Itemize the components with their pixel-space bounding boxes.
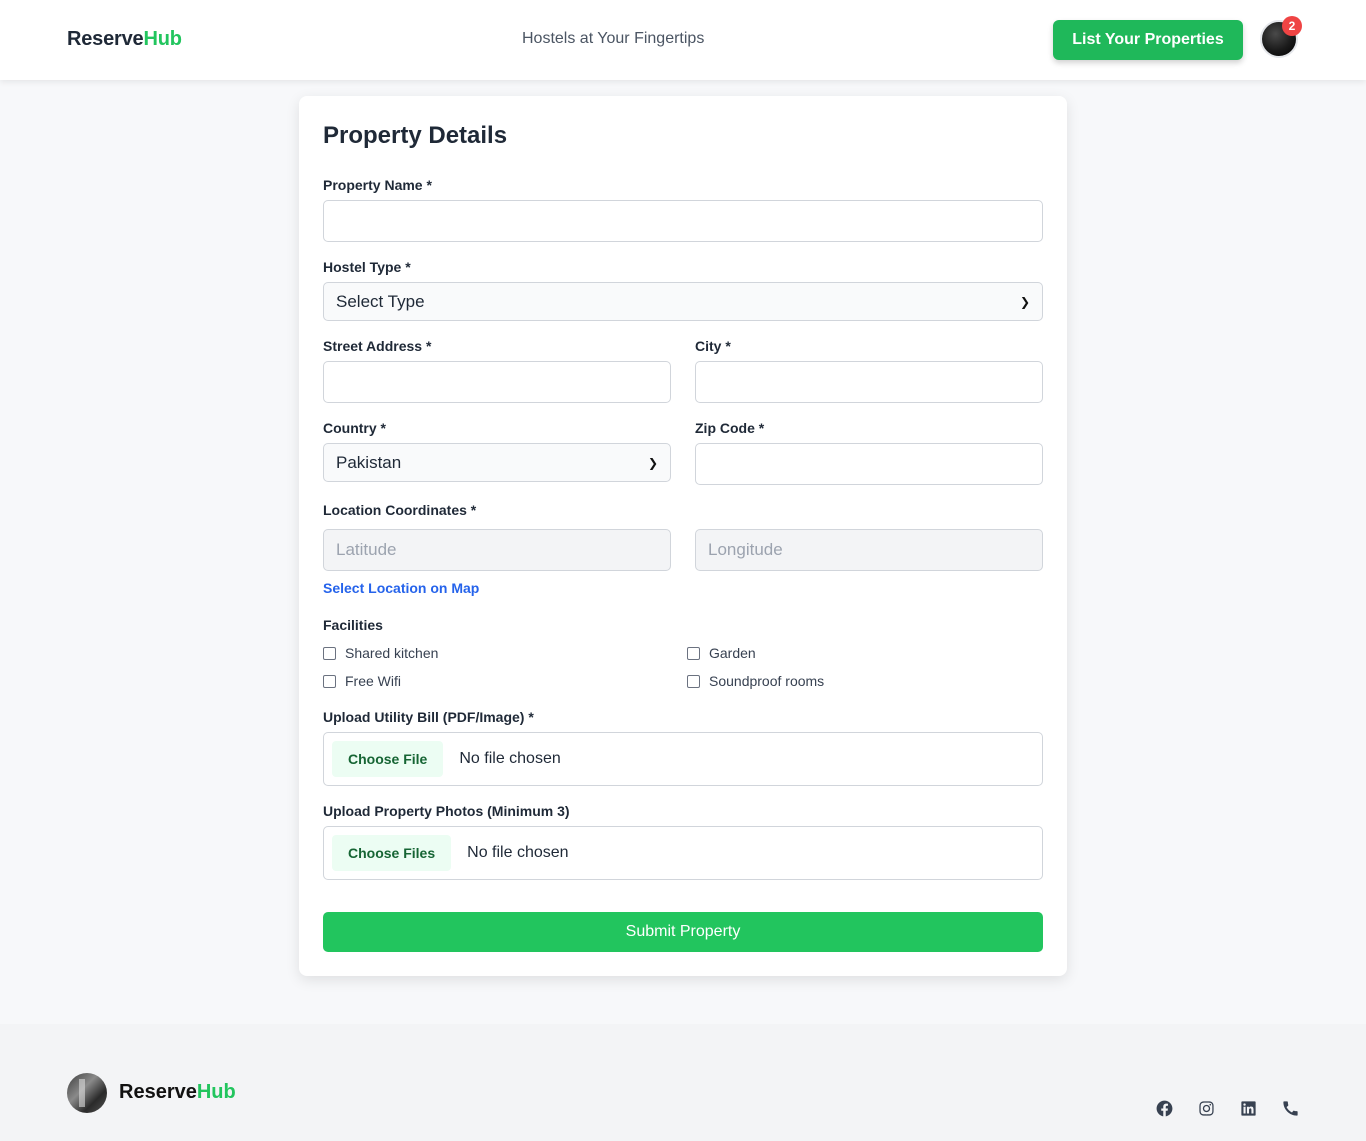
facility-label: Shared kitchen — [345, 645, 439, 661]
brand-suffix: Hub — [143, 28, 182, 50]
property-details-card: Property Details Property Name * Hostel … — [299, 96, 1067, 976]
country-select[interactable]: Pakistan ❯ — [323, 443, 671, 482]
checkbox[interactable] — [687, 646, 700, 660]
file-status: No file chosen — [459, 750, 561, 767]
chevron-down-icon: ❯ — [647, 455, 658, 470]
facebook-icon[interactable] — [1154, 1098, 1174, 1118]
utility-bill-file-input[interactable]: Choose File No file chosen — [323, 732, 1043, 786]
brand-prefix: Reserve — [119, 1081, 197, 1103]
country-selected: Pakistan — [336, 452, 402, 472]
facility-label: Free Wifi — [345, 673, 401, 689]
chevron-down-icon: ❯ — [1019, 294, 1030, 309]
utility-bill-label: Upload Utility Bill (PDF/Image) * — [323, 709, 534, 725]
zip-code-input[interactable] — [695, 443, 1043, 485]
choose-files-button[interactable]: Choose Files — [332, 835, 452, 871]
hostel-type-selected: Select Type — [336, 291, 425, 311]
footer: ReserveHub — [0, 1024, 1366, 1141]
instagram-icon[interactable] — [1196, 1098, 1216, 1118]
checkbox[interactable] — [323, 674, 336, 688]
brand-logo[interactable]: ReserveHub — [67, 28, 182, 51]
street-address-input[interactable] — [323, 361, 671, 403]
list-properties-button[interactable]: List Your Properties — [1053, 20, 1243, 60]
page-title: Property Details — [323, 122, 508, 149]
facility-free-wifi[interactable]: Free Wifi — [323, 673, 401, 689]
facility-garden[interactable]: Garden — [687, 645, 756, 661]
property-photos-label: Upload Property Photos (Minimum 3) — [323, 803, 570, 819]
tagline: Hostels at Your Fingertips — [522, 30, 705, 47]
property-photos-file-input[interactable]: Choose Files No file chosen — [323, 826, 1043, 880]
linkedin-icon[interactable] — [1238, 1098, 1258, 1118]
hostel-type-select[interactable]: Select Type ❯ — [323, 282, 1043, 321]
street-address-label: Street Address * — [323, 338, 432, 354]
checkbox[interactable] — [323, 646, 336, 660]
notification-badge: 2 — [1282, 16, 1302, 36]
submit-property-button[interactable]: Submit Property — [323, 912, 1043, 952]
city-input[interactable] — [695, 361, 1043, 403]
user-avatar-button[interactable]: 2 — [1260, 16, 1302, 58]
property-name-label: Property Name * — [323, 177, 432, 193]
select-location-map-link[interactable]: Select Location on Map — [323, 580, 479, 596]
top-navbar: ReserveHub Hostels at Your Fingertips Li… — [0, 0, 1366, 80]
longitude-input[interactable] — [695, 529, 1043, 571]
facility-soundproof-rooms[interactable]: Soundproof rooms — [687, 673, 824, 689]
facility-label: Soundproof rooms — [709, 673, 825, 689]
latitude-input[interactable] — [323, 529, 671, 571]
brand-prefix: Reserve — [67, 28, 144, 50]
facility-label: Garden — [709, 645, 756, 661]
hostel-type-label: Hostel Type * — [323, 259, 411, 275]
checkbox[interactable] — [687, 674, 700, 688]
facility-shared-kitchen[interactable]: Shared kitchen — [323, 645, 438, 661]
country-label: Country * — [323, 420, 386, 436]
footer-logo-image — [67, 1073, 107, 1113]
file-status: No file chosen — [467, 844, 569, 861]
coordinates-label: Location Coordinates * — [323, 502, 477, 518]
brand-suffix: Hub — [196, 1081, 236, 1103]
facilities-heading: Facilities — [323, 617, 383, 633]
choose-file-button[interactable]: Choose File — [332, 741, 444, 777]
footer-brand[interactable]: ReserveHub — [119, 1081, 236, 1104]
city-label: City * — [695, 338, 731, 354]
phone-icon[interactable] — [1280, 1098, 1300, 1118]
property-name-input[interactable] — [323, 200, 1043, 242]
zip-code-label: Zip Code * — [695, 420, 765, 436]
